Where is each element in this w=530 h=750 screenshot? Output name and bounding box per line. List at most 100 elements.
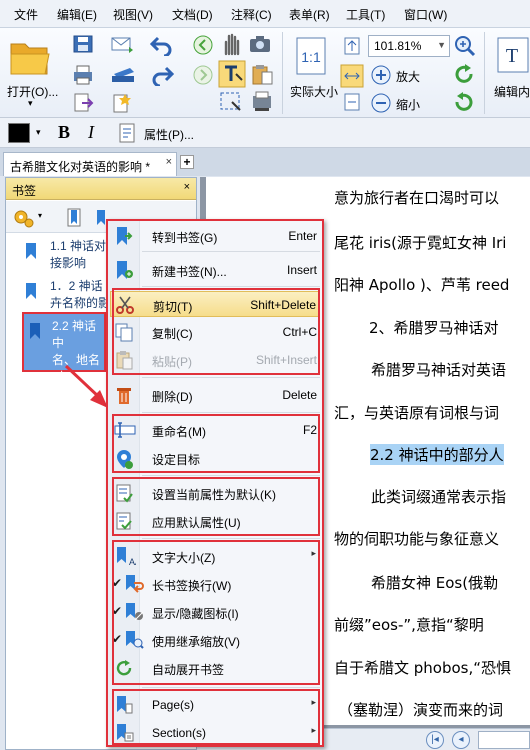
- annotation-box: [112, 540, 320, 685]
- svg-text:1:1: 1:1: [301, 49, 321, 65]
- doc-line: 2、希腊罗马神话对: [369, 319, 499, 337]
- zoom-in-label[interactable]: 放大: [396, 68, 420, 85]
- edit-content-icon[interactable]: T: [496, 36, 530, 76]
- doc-line: （塞勒涅）演变而来的词: [338, 701, 504, 719]
- fit-visible-icon[interactable]: [342, 92, 362, 112]
- undo-icon[interactable]: [150, 34, 174, 56]
- open-dropdown-icon[interactable]: ▾: [28, 98, 33, 109]
- menu-window[interactable]: 窗口(W): [404, 6, 447, 23]
- new-bookmark-toolbar-icon[interactable]: [64, 207, 86, 229]
- format-toolbar: ▾ B I 属性(P)...: [0, 118, 530, 148]
- doc-line: 希腊女神 Eos(俄勒: [371, 574, 499, 592]
- first-page-icon[interactable]: |◂: [426, 731, 444, 749]
- doc-line: 汇，与英语原有词根与词: [334, 404, 500, 422]
- zoom-out-icon[interactable]: [370, 92, 392, 114]
- menu-comment[interactable]: 注释(C): [231, 6, 272, 23]
- zoom-in-icon[interactable]: [370, 64, 392, 86]
- menu-form[interactable]: 表单(R): [289, 6, 330, 23]
- zoom-select[interactable]: 101.81% ▼: [368, 35, 450, 57]
- menu-view[interactable]: 视图(V): [113, 6, 153, 23]
- email-icon[interactable]: [110, 34, 134, 54]
- fit-page-icon[interactable]: [342, 36, 362, 56]
- options-gear-icon[interactable]: [12, 207, 34, 229]
- svg-text:T: T: [506, 45, 518, 67]
- back-icon[interactable]: [192, 34, 214, 56]
- actual-size-icon[interactable]: 1:1: [294, 36, 330, 76]
- bookmark-flag-icon: [26, 243, 36, 259]
- magnifier-icon[interactable]: [454, 35, 478, 57]
- color-dropdown-icon[interactable]: ▾: [36, 127, 41, 138]
- italic-button[interactable]: I: [88, 122, 94, 143]
- menu-separator: [142, 286, 320, 287]
- export-icon[interactable]: [72, 92, 94, 114]
- doc-line: 阳神 Apollo )、芦苇 reed: [334, 276, 510, 294]
- rotate-right-icon[interactable]: [452, 90, 476, 114]
- document-tab-bar: 古希腊文化对英语的影响 * × +: [0, 148, 530, 176]
- marquee-icon[interactable]: [218, 90, 244, 114]
- doc-line: 尾花 iris(源于霓虹女神 Iri: [334, 234, 507, 252]
- annotation-box: [112, 414, 320, 473]
- edit-content-label[interactable]: 编辑内: [494, 83, 530, 100]
- ribbon-separator: [484, 32, 485, 114]
- doc-line-highlighted: 2.2 神话中的部分人: [370, 444, 504, 465]
- bookmark-panel-title: 书签: [12, 184, 37, 198]
- options-dropdown-icon[interactable]: ▾: [38, 211, 42, 220]
- new-tab-button[interactable]: +: [180, 155, 194, 169]
- annotation-box: [112, 288, 320, 375]
- zoom-dropdown-icon[interactable]: ▼: [437, 40, 446, 50]
- ribbon-toolbar: 打开(O)... ▾ 1:1 实际大小 101.81% ▼ 放大 缩小 T 编辑…: [0, 28, 530, 118]
- doc-line: 物的伺职功能与象征意义: [334, 530, 500, 548]
- new-doc-icon[interactable]: [110, 92, 132, 114]
- close-panel-icon[interactable]: ×: [184, 181, 190, 193]
- properties-icon[interactable]: [118, 123, 138, 143]
- properties-button[interactable]: 属性(P)...: [144, 126, 194, 143]
- menu-item-new-bookmark[interactable]: 新建书签(N)... Insert: [110, 257, 320, 283]
- bookmark-flag-icon: [26, 283, 36, 299]
- typewriter-icon[interactable]: [250, 90, 276, 114]
- prev-page-icon[interactable]: ◂: [452, 731, 470, 749]
- hand-tool-icon[interactable]: [220, 32, 242, 56]
- close-tab-icon[interactable]: ×: [166, 156, 172, 168]
- open-folder-icon[interactable]: [8, 36, 52, 78]
- scan-icon[interactable]: [110, 64, 136, 86]
- page-number-input[interactable]: [478, 731, 530, 749]
- menu-item-goto-bookmark[interactable]: 转到书签(G) Enter: [110, 223, 320, 249]
- zoom-out-label[interactable]: 缩小: [396, 96, 420, 113]
- redo-icon[interactable]: [150, 64, 174, 86]
- delete-icon: [117, 388, 131, 404]
- clipboard-icon[interactable]: [250, 64, 276, 86]
- actual-size-label[interactable]: 实际大小: [290, 83, 338, 100]
- menu-file[interactable]: 文件: [14, 6, 38, 23]
- rotate-left-icon[interactable]: [452, 62, 476, 86]
- snapshot-icon[interactable]: [248, 34, 272, 54]
- menu-separator: [142, 538, 320, 539]
- fit-width-icon[interactable]: [340, 64, 364, 88]
- menu-separator: [142, 475, 320, 476]
- menu-edit[interactable]: 编辑(E): [57, 6, 97, 23]
- document-tab-label: 古希腊文化对英语的影响 *: [10, 160, 151, 174]
- color-swatch[interactable]: [8, 123, 30, 143]
- print-icon[interactable]: [72, 64, 94, 86]
- zoom-value: 101.81%: [374, 39, 422, 53]
- document-tab[interactable]: 古希腊文化对英语的影响 * ×: [3, 152, 177, 176]
- menu-item-delete[interactable]: 删除(D) Delete: [110, 382, 320, 408]
- doc-line: 自于希腊文 phobos,“恐惧: [334, 659, 512, 677]
- menu-separator: [142, 412, 320, 413]
- ribbon-separator: [282, 32, 283, 114]
- forward-icon[interactable]: [192, 64, 214, 86]
- menu-separator: [142, 251, 320, 252]
- doc-line: 此类词缀通常表示指: [371, 488, 507, 506]
- menu-separator: [142, 687, 320, 688]
- doc-line: 前缀”eos-”,意指“黎明: [334, 616, 484, 634]
- select-text-icon[interactable]: [218, 60, 246, 88]
- menu-bar: 文件 编辑(E) 视图(V) 文档(D) 注释(C) 表单(R) 工具(T) 窗…: [0, 0, 530, 28]
- goto-bookmark-icon: [117, 227, 133, 245]
- new-bookmark-icon: [117, 261, 133, 279]
- menu-tools[interactable]: 工具(T): [346, 6, 385, 23]
- bold-button[interactable]: B: [58, 122, 70, 143]
- save-icon[interactable]: [72, 34, 94, 54]
- menu-document[interactable]: 文档(D): [172, 6, 213, 23]
- annotation-box: [112, 689, 320, 745]
- doc-line: 希腊罗马神话对英语: [371, 361, 507, 379]
- bookmark-flag-icon: [30, 323, 40, 339]
